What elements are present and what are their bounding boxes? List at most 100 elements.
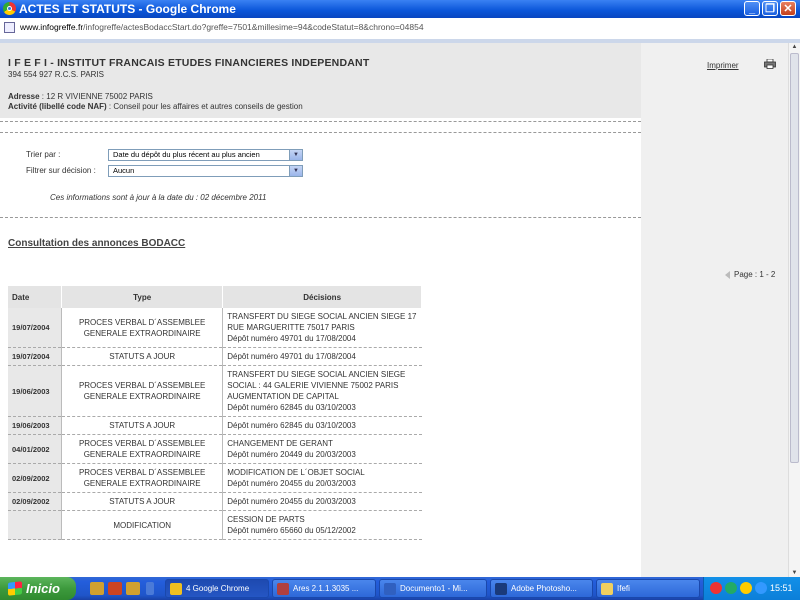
- scroll-up-icon[interactable]: ▲: [790, 43, 799, 51]
- cell-type: STATUTS A JOUR: [61, 492, 224, 511]
- table-row: 04/01/2002 PROCES VERBAL D´ASSEMBLEE GENER…: [8, 434, 422, 464]
- activity-label: Activité (libellé code NAF): [8, 102, 107, 111]
- cell-type: STATUTS A JOUR: [61, 416, 224, 435]
- scrollbar-thumb[interactable]: [790, 53, 799, 463]
- sort-label: Trier par :: [26, 150, 61, 159]
- cell-type: PROCES VERBAL D´ASSEMBLEE GENERALE EXTRAO…: [61, 365, 224, 417]
- taskbar-button-label: Ares 2.1.1.3035 ...: [293, 584, 359, 593]
- filter-select[interactable]: Aucun ▼: [108, 165, 303, 177]
- type-line: GENERALE EXTRAORDINAIRE: [83, 479, 201, 488]
- quicklaunch-app-icon[interactable]: [90, 582, 104, 595]
- table-body: 19/07/2004 PROCES VERBAL D´ASSEMBLEE GENER…: [8, 308, 422, 540]
- divider: [0, 121, 641, 122]
- cell-type: MODIFICATION: [61, 510, 224, 540]
- cell-date: 19/07/2004: [8, 347, 62, 366]
- chevron-down-icon[interactable]: ▼: [289, 166, 302, 176]
- activity-value: : Conseil pour les affaires et autres co…: [106, 102, 303, 111]
- url-host: www.infogreffe.fr: [20, 22, 84, 32]
- prev-page-icon[interactable]: [725, 270, 730, 279]
- url-text[interactable]: www.infogreffe.fr/infogreffe/actesBodacc…: [20, 22, 424, 32]
- company-name: I F E F I - INSTITUT FRANCAIS ETUDES FIN…: [8, 57, 370, 69]
- windows-logo-icon: [8, 581, 22, 596]
- decision-line: Dépôt numéro 20455 du 20/03/2003: [227, 479, 356, 488]
- pagination[interactable]: Page : 1 - 2: [725, 270, 775, 279]
- cell-type: STATUTS A JOUR: [61, 347, 224, 366]
- print-link[interactable]: Imprimer: [707, 61, 739, 70]
- taskbar-button[interactable]: Ares 2.1.1.3035 ...: [272, 579, 376, 598]
- cell-decisions: CESSION DE PARTS Dépôt numéro 65660 du 05…: [222, 510, 422, 540]
- taskbar: Inicio 4 Google Chrome Ares 2.1.1.3035 ..…: [0, 577, 800, 600]
- taskbar-button[interactable]: Adobe Photosho...: [490, 579, 593, 598]
- title-bar: ACTES ET STATUTS - Google Chrome _ ❐ ✕: [0, 0, 800, 18]
- type-line: PROCES VERBAL D´ASSEMBLEE: [78, 468, 206, 477]
- decision-line: TRANSFERT DU SIEGE SOCIAL ANCIEN SIEGE 1…: [227, 312, 417, 321]
- start-button[interactable]: Inicio: [0, 577, 76, 600]
- quicklaunch-media-icon[interactable]: [108, 582, 122, 595]
- right-panel: [641, 43, 788, 577]
- address-label: Adresse: [8, 92, 40, 101]
- table-row: 19/07/2004 STATUTS A JOUR Dépôt numéro 497…: [8, 347, 422, 366]
- cell-date: 19/06/2003: [8, 416, 62, 435]
- decision-line: CESSION DE PARTS: [227, 515, 305, 524]
- tray-icon[interactable]: [710, 582, 722, 594]
- folder-icon: [601, 583, 613, 595]
- decision-line: Dépôt numéro 49701 du 17/08/2004: [227, 352, 356, 361]
- divider: [0, 217, 641, 218]
- type-line: PROCES VERBAL D´ASSEMBLEE: [78, 317, 206, 327]
- page-content: I F E F I - INSTITUT FRANCAIS ETUDES FIN…: [0, 43, 800, 577]
- decision-line: MODIFICATION DE L´OBJET SOCIAL: [227, 468, 365, 477]
- minimize-button[interactable]: _: [744, 1, 760, 16]
- taskbar-button[interactable]: 4 Google Chrome: [165, 579, 269, 598]
- maximize-button[interactable]: ❐: [762, 1, 778, 16]
- sort-select-value: Date du dépôt du plus récent au plus anc…: [113, 150, 260, 159]
- start-label: Inicio: [26, 581, 60, 596]
- page-icon: [4, 22, 15, 33]
- cell-date: 19/06/2003: [8, 365, 62, 417]
- filter-label: Filtrer sur décision :: [26, 166, 96, 175]
- taskbar-button[interactable]: Documento1 - Mi...: [379, 579, 487, 598]
- chevron-down-icon[interactable]: ▼: [289, 150, 302, 160]
- cell-type: PROCES VERBAL D´ASSEMBLEE GENERALE EXTRAO…: [61, 463, 224, 493]
- table-row: 19/06/2003 STATUTS A JOUR Dépôt numéro 628…: [8, 416, 422, 435]
- scroll-down-icon[interactable]: ▼: [790, 569, 799, 577]
- type-line: MODIFICATION: [113, 520, 171, 530]
- cell-type: PROCES VERBAL D´ASSEMBLEE GENERALE EXTRAO…: [61, 434, 224, 464]
- quicklaunch-expand-icon[interactable]: [146, 582, 154, 595]
- cell-decisions: TRANSFERT DU SIEGE SOCIAL ANCIEN SIEGE 1…: [222, 308, 422, 348]
- address-value: : 12 R VIVIENNE 75002 PARIS: [39, 92, 153, 101]
- url-path: /infogreffe/actesBodaccStart.do?greffe=7…: [83, 22, 424, 32]
- type-line: STATUTS A JOUR: [109, 352, 176, 361]
- decision-line: TRANSFERT DU SIEGE SOCIAL ANCIEN SIEGE: [227, 370, 406, 379]
- cell-decisions: Dépôt numéro 62845 du 03/10/2003: [222, 416, 422, 435]
- cell-decisions: CHANGEMENT DE GERANT Dépôt numéro 20449 d…: [222, 434, 422, 464]
- system-tray: 15:51: [703, 577, 800, 600]
- table-row: 19/06/2003 PROCES VERBAL D´ASSEMBLEE GENER…: [8, 365, 422, 417]
- type-line: GENERALE EXTRAORDINAIRE: [83, 328, 201, 338]
- decision-line: AUGMENTATION DE CAPITAL: [227, 392, 339, 401]
- taskbar-button[interactable]: Ifefi: [596, 579, 700, 598]
- type-line: PROCES VERBAL D´ASSEMBLEE: [78, 381, 206, 390]
- cell-date: 19/07/2004: [8, 308, 62, 348]
- word-icon: [384, 583, 396, 595]
- address-bar[interactable]: www.infogreffe.fr/infogreffe/actesBodacc…: [0, 18, 800, 40]
- quicklaunch-app-icon[interactable]: [126, 582, 140, 595]
- tray-icon[interactable]: [740, 582, 752, 594]
- column-header-decisions: Décisions: [222, 286, 422, 308]
- table-header-row: Date Type Décisions: [8, 286, 422, 308]
- sort-select[interactable]: Date du dépôt du plus récent au plus anc…: [108, 149, 303, 161]
- printer-icon[interactable]: [764, 59, 776, 69]
- table-row: MODIFICATION CESSION DE PARTS Dépôt numéro…: [8, 510, 422, 540]
- vertical-scrollbar[interactable]: ▲ ▼: [788, 43, 800, 577]
- window-title: ACTES ET STATUTS - Google Chrome: [19, 2, 236, 16]
- photoshop-icon: [495, 583, 507, 595]
- cell-date: [8, 510, 62, 540]
- decision-line: CHANGEMENT DE GERANT: [227, 439, 333, 448]
- tray-icon[interactable]: [725, 582, 737, 594]
- taskbar-button-label: Adobe Photosho...: [511, 584, 577, 593]
- tray-icon[interactable]: [755, 582, 767, 594]
- divider: [0, 132, 641, 133]
- type-line: GENERALE EXTRAORDINAIRE: [83, 392, 201, 401]
- close-button[interactable]: ✕: [780, 1, 796, 16]
- type-line: STATUTS A JOUR: [109, 421, 176, 430]
- type-line: GENERALE EXTRAORDINAIRE: [83, 450, 201, 459]
